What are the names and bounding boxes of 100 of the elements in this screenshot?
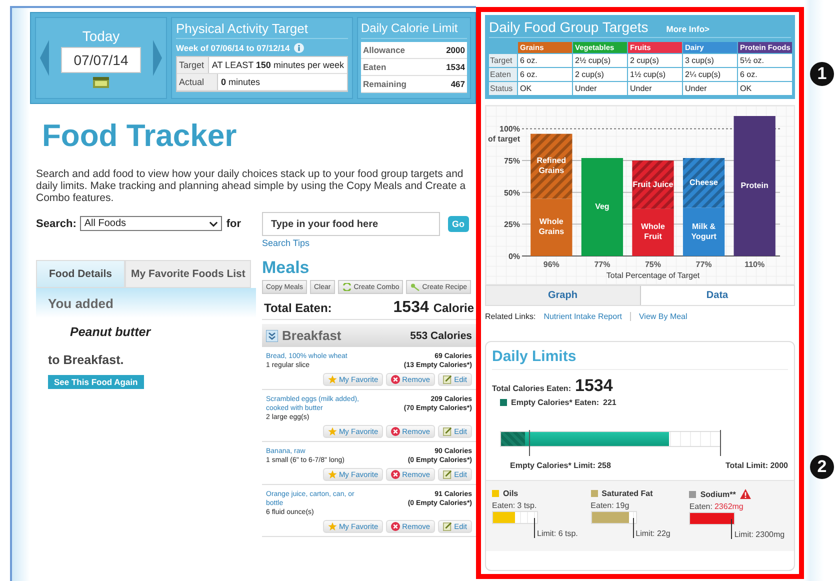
- table-cell: Under: [573, 82, 627, 95]
- calendar-icon[interactable]: [93, 76, 109, 88]
- legend-swatch: [500, 399, 507, 406]
- legend-value: 221: [603, 398, 616, 407]
- table-cell: 2 cup(s): [628, 54, 682, 67]
- date-title: Today: [82, 28, 120, 44]
- segment-label: Protein: [740, 181, 768, 191]
- tick-label: 75%: [504, 156, 520, 166]
- eaten-value: 2362mg: [714, 502, 744, 511]
- row-value: AT LEAST 150 minutes per week: [210, 59, 345, 72]
- total-value: 1534: [574, 376, 613, 396]
- week-range: Week of 07/06/14 to 07/12/14: [176, 43, 290, 53]
- limit-label: Empty Calories* Limit: 258: [510, 461, 611, 470]
- category-select[interactable]: All Foods: [80, 216, 222, 231]
- leader-line: [632, 518, 634, 538]
- axis-title: Total Percentage of Target: [606, 271, 700, 280]
- limit-label: Limit: 22g: [636, 529, 670, 538]
- search-field[interactable]: Type in your food here: [262, 212, 440, 236]
- card-title: Daily Limits: [492, 348, 788, 370]
- row-label: Target: [177, 57, 209, 73]
- table-cell: 6 oz.: [738, 68, 792, 81]
- see-again-button[interactable]: See This Food Again: [48, 375, 144, 389]
- next-arrow-icon[interactable]: [153, 40, 162, 76]
- panel-title: Physical Activity Target: [176, 21, 348, 39]
- previous-arrow-icon[interactable]: [40, 40, 49, 76]
- row-label: Eaten: [489, 68, 517, 81]
- segment-label: Whole Grains: [538, 217, 566, 238]
- added-lead: You added: [48, 296, 114, 311]
- table-cell: 2¼ cup(s): [683, 68, 737, 81]
- added-meal: to Breakfast.: [48, 353, 125, 367]
- eaten-value: 3 tsp.: [517, 501, 537, 510]
- added-food: Peanut butter: [70, 325, 152, 339]
- row-value: 467: [450, 79, 465, 89]
- segment-label: Cheese: [690, 178, 718, 188]
- go-button[interactable]: Go: [448, 216, 468, 232]
- info-icon[interactable]: [294, 43, 304, 53]
- limit-label: Limit: 2300mg: [734, 530, 785, 539]
- nutrient-name: Sodium**: [700, 490, 736, 498]
- tab[interactable]: My Favorite Foods List: [125, 260, 252, 288]
- pencil-icon: [443, 522, 452, 531]
- total-label: Total Eaten:: [264, 301, 332, 315]
- table-cell: OK: [518, 82, 572, 95]
- nutrient-name: Oils: [503, 489, 518, 498]
- star-icon: [328, 470, 337, 479]
- star-icon: [328, 427, 337, 436]
- limit-marker: [720, 430, 721, 456]
- table-cell: 1½ cup(s): [628, 68, 682, 81]
- table-cell: OK: [738, 82, 792, 95]
- meals-title: Meals: [262, 258, 310, 278]
- table-cell: 6 oz.: [518, 68, 572, 81]
- meal-calories: 553 Calories: [410, 330, 472, 342]
- segment-label: Fruit Juice: [632, 180, 674, 190]
- pencil-icon: [443, 375, 452, 384]
- row-label: Status: [489, 82, 517, 95]
- table-cell: 5½ oz.: [738, 54, 792, 67]
- leader-line: [534, 518, 535, 538]
- axis-note: of target: [488, 134, 520, 144]
- meal-name: Breakfast: [282, 328, 342, 343]
- nutrient-name: Saturated Fat: [602, 489, 653, 498]
- eaten-label: Eaten:: [590, 501, 614, 510]
- row-label: Remaining: [363, 79, 406, 89]
- related-link[interactable]: Nutrient Intake Report: [544, 312, 622, 321]
- eaten-label: Eaten:: [689, 502, 712, 511]
- total-label: Total Calories Eaten:: [492, 384, 571, 393]
- remove-icon: [391, 375, 400, 384]
- search-tips-link[interactable]: Search Tips: [262, 238, 476, 248]
- limit-label: Limit: 6 tsp.: [537, 529, 578, 538]
- double-chevron-icon[interactable]: [266, 330, 278, 342]
- meal-header[interactable]: Breakfast 553 Calories: [262, 324, 476, 347]
- table-cell: 2 cup(s): [573, 68, 627, 81]
- row-value: 2000: [446, 45, 465, 55]
- panel-title: Daily Food Group Targets: [489, 19, 648, 35]
- related-label: Related Links:: [485, 312, 536, 321]
- view-tab[interactable]: Graph: [486, 286, 640, 305]
- table-cell: Under: [683, 82, 737, 95]
- star-icon: [328, 522, 337, 531]
- row-label: Target: [489, 54, 517, 67]
- table-cell: 3 cup(s): [683, 54, 737, 67]
- search-label: Search:: [36, 218, 76, 230]
- tick-label: 50%: [504, 188, 520, 198]
- table-cell: 6 oz.: [518, 54, 572, 67]
- tab[interactable]: Food Details: [36, 260, 126, 288]
- table-cell: Under: [628, 82, 682, 95]
- date-field[interactable]: 07/07/14: [61, 47, 141, 73]
- total-value: 1534: [393, 299, 429, 316]
- panel-title: Daily Calorie Limit: [361, 21, 467, 39]
- segment-label: Refined Grains: [536, 156, 568, 176]
- row-value: 0 minutes: [220, 76, 262, 89]
- category-label: 77%: [594, 260, 610, 269]
- remove-icon: [391, 427, 400, 436]
- pencil-icon: [443, 470, 452, 479]
- page-title: Food Tracker: [42, 118, 238, 154]
- remove-icon: [391, 470, 400, 479]
- segment-label: Veg: [595, 202, 610, 212]
- more-info-link[interactable]: More Info>: [666, 24, 710, 34]
- for-label: for: [226, 218, 242, 230]
- segment-label: Milk & Yogurt: [690, 222, 718, 242]
- intro-text: Search and add food to view how your daily choices stack up to your food group targets and daily limits. Make tracking and planning ahead simple by using the Copy Meals and Create a Combo features.: [36, 168, 467, 204]
- tick-label: 0%: [508, 252, 520, 261]
- related-link[interactable]: View By Meal: [638, 312, 688, 321]
